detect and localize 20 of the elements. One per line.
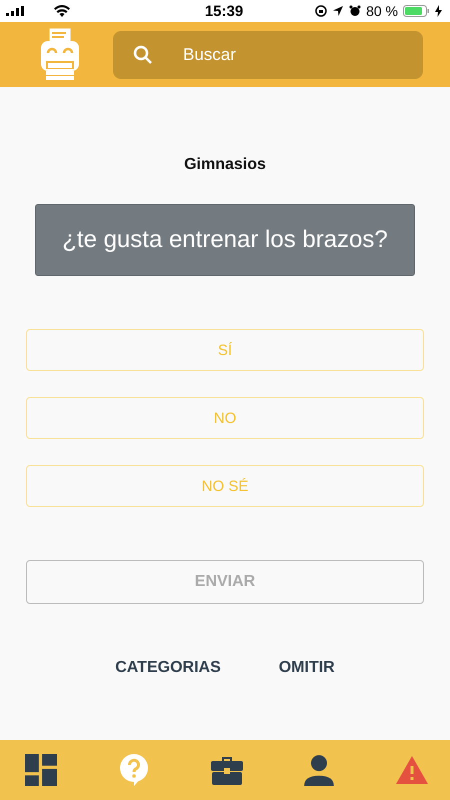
category-title: Gimnasios [184, 156, 266, 174]
text-link[interactable]: OMITIR [278, 659, 335, 677]
answer-button[interactable]: NO SÉ [26, 465, 424, 507]
alarm-icon [349, 5, 362, 17]
printer-logo-icon [40, 26, 80, 82]
battery-percent: 80 % [366, 3, 398, 19]
question-card: ¿te gusta entrenar los brazos? [35, 204, 415, 276]
wifi-icon [54, 5, 70, 17]
search-field[interactable]: Buscar [113, 30, 423, 78]
dashboard-icon[interactable] [25, 754, 57, 786]
clock-time: 15:39 [204, 2, 244, 20]
location-icon [332, 5, 344, 17]
person-icon[interactable] [303, 754, 336, 786]
text-link[interactable]: CATEGORIAS [115, 659, 221, 677]
signal-icon [6, 6, 24, 16]
briefcase-icon[interactable] [210, 754, 242, 786]
answer-button[interactable]: SÍ [26, 329, 424, 371]
charging-icon [435, 5, 442, 17]
answer-button[interactable]: NO [26, 397, 424, 439]
battery-icon [403, 5, 430, 17]
